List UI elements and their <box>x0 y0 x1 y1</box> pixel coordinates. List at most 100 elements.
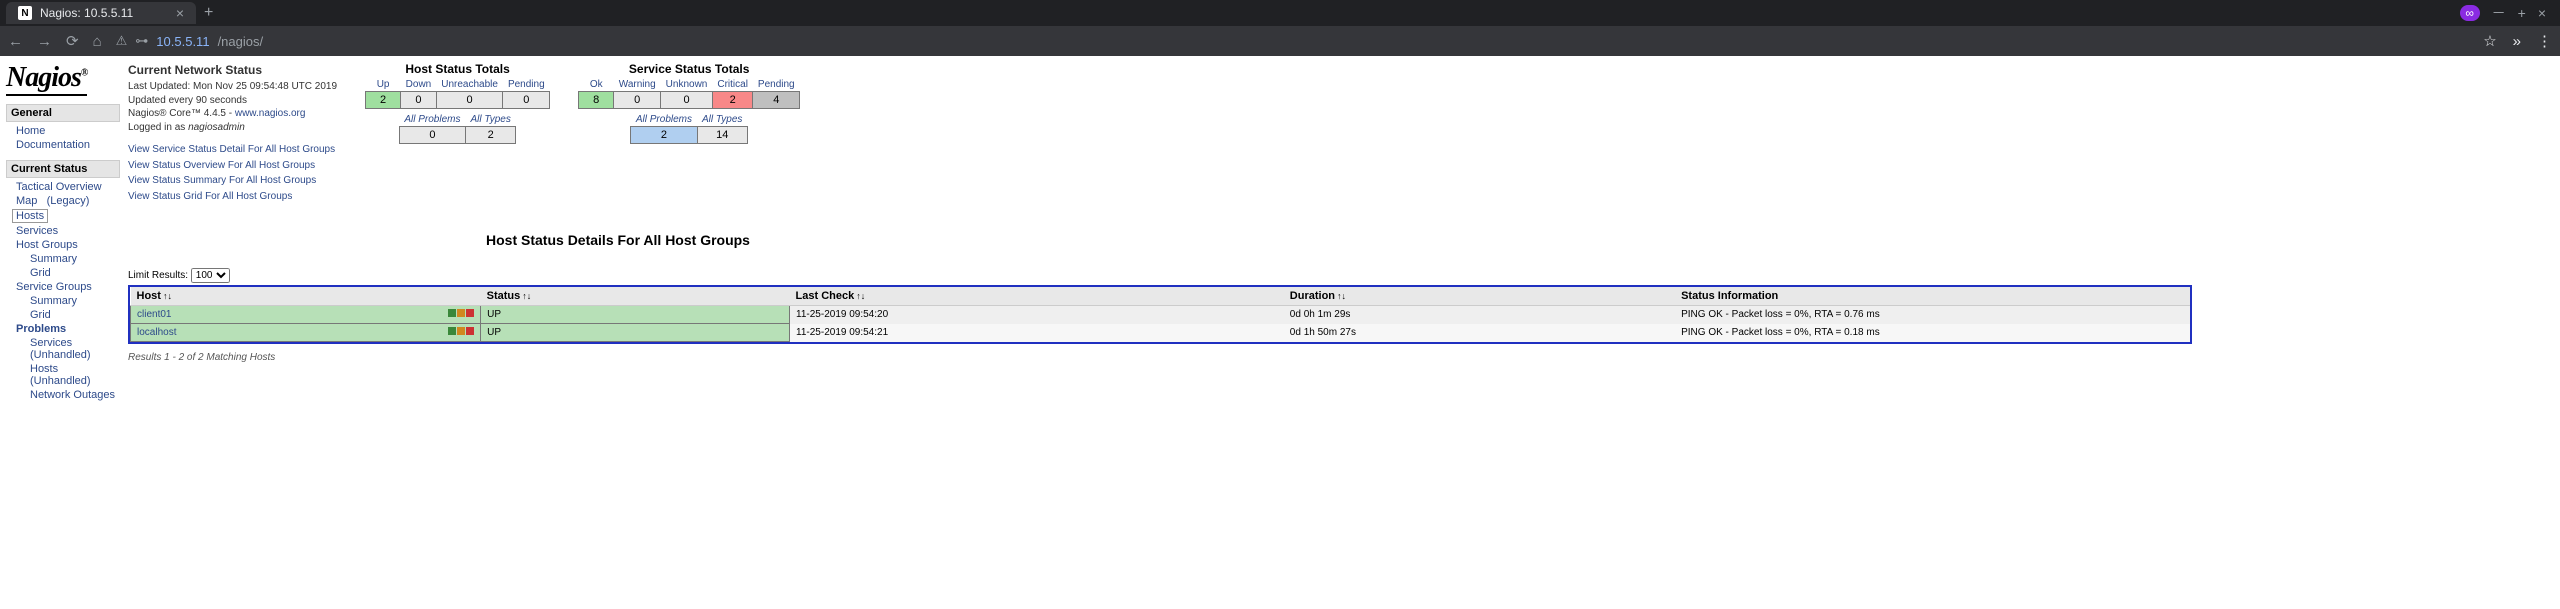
host-totals-header-up[interactable]: Up <box>377 79 390 90</box>
col-status[interactable]: Status↑↓ <box>481 287 790 306</box>
svc-totals-header-all-types[interactable]: All Types <box>702 114 742 125</box>
page-title: Host Status Details For All Host Groups <box>168 232 1068 248</box>
svc-totals-unknown[interactable]: 0 <box>661 92 713 109</box>
limit-results: Limit Results: 100 <box>128 268 2552 283</box>
sidebar: Nagios® General Home Documentation Curre… <box>0 56 120 408</box>
svc-totals-header-pending[interactable]: Pending <box>758 79 795 90</box>
nav-problems[interactable]: Problems <box>16 323 66 335</box>
nav-documentation[interactable]: Documentation <box>16 139 90 151</box>
nav-map[interactable]: Map <box>16 195 37 207</box>
top-row: Current Network Status Last Updated: Mon… <box>128 62 2552 204</box>
nav-network-outages[interactable]: Network Outages <box>30 389 115 401</box>
nav-servicegroups-summary[interactable]: Summary <box>30 295 77 307</box>
nav-service-groups[interactable]: Service Groups <box>16 281 92 293</box>
svc-totals-header-warning[interactable]: Warning <box>619 79 656 90</box>
extensions-overflow-icon[interactable]: » <box>2513 33 2521 50</box>
logged-in-user: nagiosadmin <box>188 122 245 133</box>
minimize-icon[interactable]: － <box>2492 3 2506 23</box>
home-icon[interactable]: ⌂ <box>93 33 102 50</box>
sort-icon[interactable]: ↑↓ <box>1337 292 1346 300</box>
url-box[interactable]: ⚠ ⊶ 10.5.5.11/nagios/ <box>116 33 263 49</box>
nav-hostgroups-grid[interactable]: Grid <box>30 267 51 279</box>
table-row: localhost UP 11-25-2019 09:54:21 0d 1h 5… <box>131 324 2191 342</box>
logged-in-label: Logged in as <box>128 122 188 133</box>
table-row: client01 UP 11-25-2019 09:54:20 0d 0h 1m… <box>131 306 2191 324</box>
status-info-cell: PING OK - Packet loss = 0%, RTA = 0.18 m… <box>1675 324 2190 342</box>
nav-services-unhandled[interactable]: Services (Unhandled) <box>30 337 91 361</box>
host-totals-up[interactable]: 2 <box>366 92 401 109</box>
nav-hosts-unhandled[interactable]: Hosts (Unhandled) <box>30 363 91 387</box>
insecure-icon: ⚠ <box>116 33 128 49</box>
host-link[interactable]: client01 <box>137 309 171 320</box>
sort-icon[interactable]: ↑↓ <box>522 292 531 300</box>
host-status-table: Host↑↓ Status↑↓ Last Check↑↓ Duration↑↓ … <box>130 287 2190 342</box>
col-last-check[interactable]: Last Check↑↓ <box>790 287 1284 306</box>
col-host[interactable]: Host↑↓ <box>131 287 481 306</box>
host-link[interactable]: localhost <box>137 327 176 338</box>
nav-home[interactable]: Home <box>16 125 45 137</box>
browser-tab[interactable]: N Nagios: 10.5.5.11 × <box>6 2 196 24</box>
col-duration[interactable]: Duration↑↓ <box>1284 287 1675 306</box>
back-icon[interactable]: ← <box>8 33 23 50</box>
host-action-icons[interactable] <box>447 309 474 320</box>
browser-chrome: N Nagios: 10.5.5.11 × + ∞ － + × ← → ⟳ ⌂ … <box>0 0 2560 56</box>
nav-services[interactable]: Services <box>16 225 58 237</box>
link-service-status-detail[interactable]: View Service Status Detail For All Host … <box>128 144 335 155</box>
close-window-icon[interactable]: × <box>2538 5 2546 21</box>
svc-totals-warning[interactable]: 0 <box>614 92 661 109</box>
extension-icon[interactable]: ∞ <box>2460 5 2480 21</box>
url-path: /nagios/ <box>218 34 264 49</box>
host-totals-pending[interactable]: 0 <box>503 92 550 109</box>
host-totals-header-all-problems[interactable]: All Problems <box>404 114 460 125</box>
col-status-info[interactable]: Status Information <box>1675 287 2190 306</box>
last-check-cell: 11-25-2019 09:54:20 <box>790 306 1284 324</box>
sort-icon[interactable]: ↑↓ <box>163 292 172 300</box>
close-tab-icon[interactable]: × <box>176 5 184 21</box>
link-status-grid[interactable]: View Status Grid For All Host Groups <box>128 191 292 202</box>
nagios-logo[interactable]: Nagios® <box>6 62 87 96</box>
nav-servicegroups-grid[interactable]: Grid <box>30 309 51 321</box>
link-status-overview[interactable]: View Status Overview For All Host Groups <box>128 160 315 171</box>
limit-select[interactable]: 100 <box>191 268 230 283</box>
host-totals-all-problems[interactable]: 0 <box>399 127 465 144</box>
site-info-icon: ⊶ <box>135 33 148 49</box>
host-action-icons[interactable] <box>447 327 474 338</box>
link-status-summary[interactable]: View Status Summary For All Host Groups <box>128 175 316 186</box>
duration-cell: 0d 0h 1m 29s <box>1284 306 1675 324</box>
host-totals-header-pending[interactable]: Pending <box>508 79 545 90</box>
new-tab-button[interactable]: + <box>204 4 213 22</box>
host-totals-down[interactable]: 0 <box>401 92 437 109</box>
svc-totals-header-critical[interactable]: Critical <box>717 79 748 90</box>
svc-totals-header-unknown[interactable]: Unknown <box>666 79 708 90</box>
svc-totals-all-types[interactable]: 14 <box>697 127 747 144</box>
menu-icon[interactable]: ⋮ <box>2537 32 2552 50</box>
host-totals-all-types[interactable]: 2 <box>465 127 515 144</box>
nav-host-groups[interactable]: Host Groups <box>16 239 78 251</box>
svc-totals-ok[interactable]: 8 <box>579 92 614 109</box>
host-totals-unreachable[interactable]: 0 <box>436 92 503 109</box>
svc-totals-header-all-problems[interactable]: All Problems <box>636 114 692 125</box>
limit-label: Limit Results: <box>128 270 188 281</box>
host-totals-header-unreachable[interactable]: Unreachable <box>441 79 498 90</box>
nav-map-legacy[interactable]: (Legacy) <box>47 195 90 207</box>
service-status-totals: Service Status Totals Ok Warning Unknown… <box>578 62 800 144</box>
duration-cell: 0d 1h 50m 27s <box>1284 324 1675 342</box>
nav-hosts[interactable]: Hosts <box>16 210 44 222</box>
maximize-icon[interactable]: + <box>2518 5 2526 21</box>
host-totals-header-down[interactable]: Down <box>406 79 432 90</box>
favicon: N <box>18 6 32 20</box>
svc-totals-critical[interactable]: 2 <box>712 92 753 109</box>
svc-totals-header-ok[interactable]: Ok <box>590 79 603 90</box>
update-interval: Updated every 90 seconds <box>128 94 337 108</box>
reload-icon[interactable]: ⟳ <box>66 32 79 50</box>
status-table-wrap: Host↑↓ Status↑↓ Last Check↑↓ Duration↑↓ … <box>128 285 2192 344</box>
svc-totals-all-problems[interactable]: 2 <box>631 127 697 144</box>
nav-tactical-overview[interactable]: Tactical Overview <box>16 181 102 193</box>
host-totals-header-all-types[interactable]: All Types <box>470 114 510 125</box>
nagios-org-link[interactable]: www.nagios.org <box>235 108 306 119</box>
sort-icon[interactable]: ↑↓ <box>856 292 865 300</box>
forward-icon[interactable]: → <box>37 33 52 50</box>
bookmark-icon[interactable]: ☆ <box>2483 32 2496 50</box>
svc-totals-pending[interactable]: 4 <box>753 92 800 109</box>
nav-hostgroups-summary[interactable]: Summary <box>30 253 77 265</box>
